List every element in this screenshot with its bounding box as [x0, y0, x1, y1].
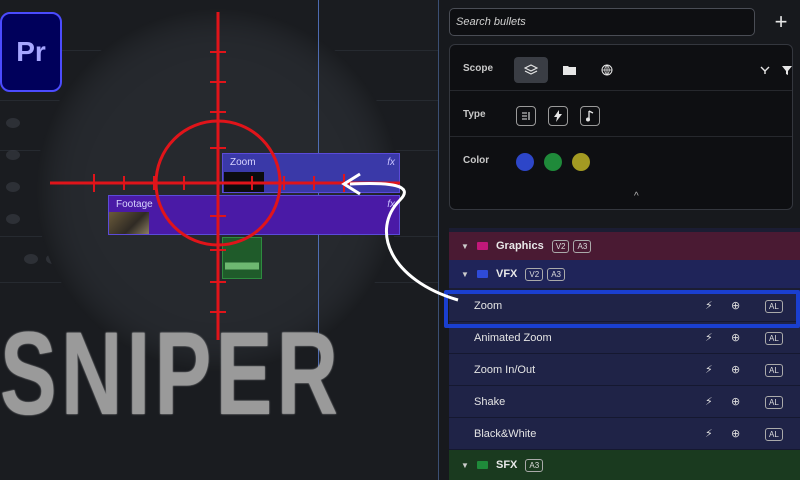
al-tag[interactable]: AL — [765, 300, 783, 313]
color-swatch-blue[interactable] — [516, 153, 534, 171]
item-name: Shake — [474, 396, 506, 408]
chevron-down-icon[interactable]: ▼ — [461, 242, 471, 251]
search-row: + — [449, 8, 793, 36]
headline-text: SNIPER — [0, 308, 343, 440]
waveform — [225, 257, 259, 275]
audio-clip[interactable] — [222, 237, 262, 279]
type-label: Type — [463, 109, 486, 120]
list-item[interactable]: Zoom ⚡ ⊕ AL — [449, 290, 800, 322]
eye-icon[interactable] — [6, 182, 20, 192]
eye-icon[interactable] — [6, 150, 20, 160]
folder-icon[interactable] — [558, 59, 580, 81]
color-swatch-green[interactable] — [544, 153, 562, 171]
preset-type-icon[interactable] — [516, 106, 536, 126]
eye-icon[interactable] — [6, 118, 20, 128]
track-badge: V2 — [551, 239, 570, 253]
list-item[interactable]: Animated Zoom ⚡ ⊕ AL — [449, 322, 800, 354]
folder-icon — [477, 270, 488, 278]
footage-thumbnail — [109, 212, 149, 234]
bolt-icon[interactable]: ⚡ — [705, 299, 713, 312]
globe-icon[interactable] — [596, 59, 618, 81]
track-badge: A3 — [525, 458, 544, 472]
layers-icon[interactable] — [514, 57, 548, 83]
al-tag[interactable]: AL — [765, 364, 783, 377]
folder-icon — [477, 461, 488, 469]
music-note-icon[interactable] — [580, 106, 600, 126]
eye-icon[interactable] — [6, 214, 20, 224]
track-badge: A3 — [573, 239, 592, 253]
bullets-panel: + Scope Type — [438, 0, 800, 480]
filter-row-color: Color — [450, 141, 792, 183]
bolt-icon[interactable]: ⚡ — [705, 363, 713, 376]
group-name: Graphics — [496, 240, 544, 252]
globe-icon[interactable]: ⊕ — [731, 331, 740, 344]
premiere-pro-logo: Pr — [0, 12, 62, 92]
list-item[interactable]: Shake ⚡ ⊕ AL — [449, 386, 800, 418]
bolt-icon[interactable]: ⚡ — [705, 331, 713, 344]
group-sfx[interactable]: ▼ SFX A3 — [449, 450, 800, 480]
filter-funnel-icon[interactable] — [776, 59, 798, 81]
al-tag[interactable]: AL — [765, 396, 783, 409]
mute-icon[interactable] — [24, 254, 38, 264]
add-button[interactable]: + — [769, 10, 793, 34]
timeline-clip-footage[interactable]: Footage fx — [108, 195, 400, 235]
clip-label: Footage — [116, 199, 153, 210]
fx-badge: fx — [387, 157, 395, 168]
globe-icon[interactable]: ⊕ — [731, 395, 740, 408]
item-name: Zoom — [474, 300, 503, 312]
globe-icon[interactable]: ⊕ — [731, 427, 740, 440]
chevron-down-icon[interactable]: ▼ — [461, 461, 471, 470]
folder-icon — [477, 242, 488, 250]
al-tag[interactable]: AL — [765, 428, 783, 441]
bolt-icon[interactable] — [548, 106, 568, 126]
list-item[interactable]: Black&White ⚡ ⊕ AL — [449, 418, 800, 450]
item-name: Zoom In/Out — [474, 364, 536, 376]
sort-icon[interactable] — [754, 59, 776, 81]
color-label: Color — [463, 155, 490, 166]
filter-row-type: Type — [450, 95, 792, 137]
color-swatch-yellow[interactable] — [572, 153, 590, 171]
track-badge: V2 — [525, 267, 544, 281]
filter-box: Scope Type Color ^ — [449, 44, 793, 210]
list-item[interactable]: Zoom In/Out ⚡ ⊕ AL — [449, 354, 800, 386]
globe-icon[interactable]: ⊕ — [731, 363, 740, 376]
fx-badge: fx — [387, 199, 395, 210]
scope-label: Scope — [463, 63, 494, 74]
bolt-icon[interactable]: ⚡ — [705, 395, 713, 408]
search-input[interactable] — [449, 8, 755, 36]
group-name: SFX — [496, 459, 518, 471]
filter-row-scope: Scope — [450, 49, 792, 91]
group-vfx[interactable]: ▼ VFX V2 A3 — [449, 260, 800, 288]
timeline-area: Zoom fx Footage fx SNIPER — [0, 0, 440, 480]
item-name: Animated Zoom — [474, 332, 552, 344]
chevron-down-icon[interactable]: ▼ — [461, 270, 471, 279]
globe-icon[interactable]: ⊕ — [731, 299, 740, 312]
chevron-up-icon[interactable]: ^ — [634, 191, 639, 202]
logo-text: Pr — [16, 36, 46, 67]
bolt-icon[interactable]: ⚡ — [705, 427, 713, 440]
group-name: VFX — [496, 268, 518, 280]
clip-label: Zoom — [230, 157, 256, 168]
bullet-list: ▼ Graphics V2 A3 ▼ VFX V2 A3 Zoom ⚡ ⊕ AL… — [449, 228, 800, 480]
track-badge: A3 — [547, 267, 565, 281]
al-tag[interactable]: AL — [765, 332, 783, 345]
group-graphics[interactable]: ▼ Graphics V2 A3 — [449, 232, 800, 260]
clip-thumbnail-dark — [224, 172, 264, 192]
item-name: Black&White — [474, 428, 537, 440]
